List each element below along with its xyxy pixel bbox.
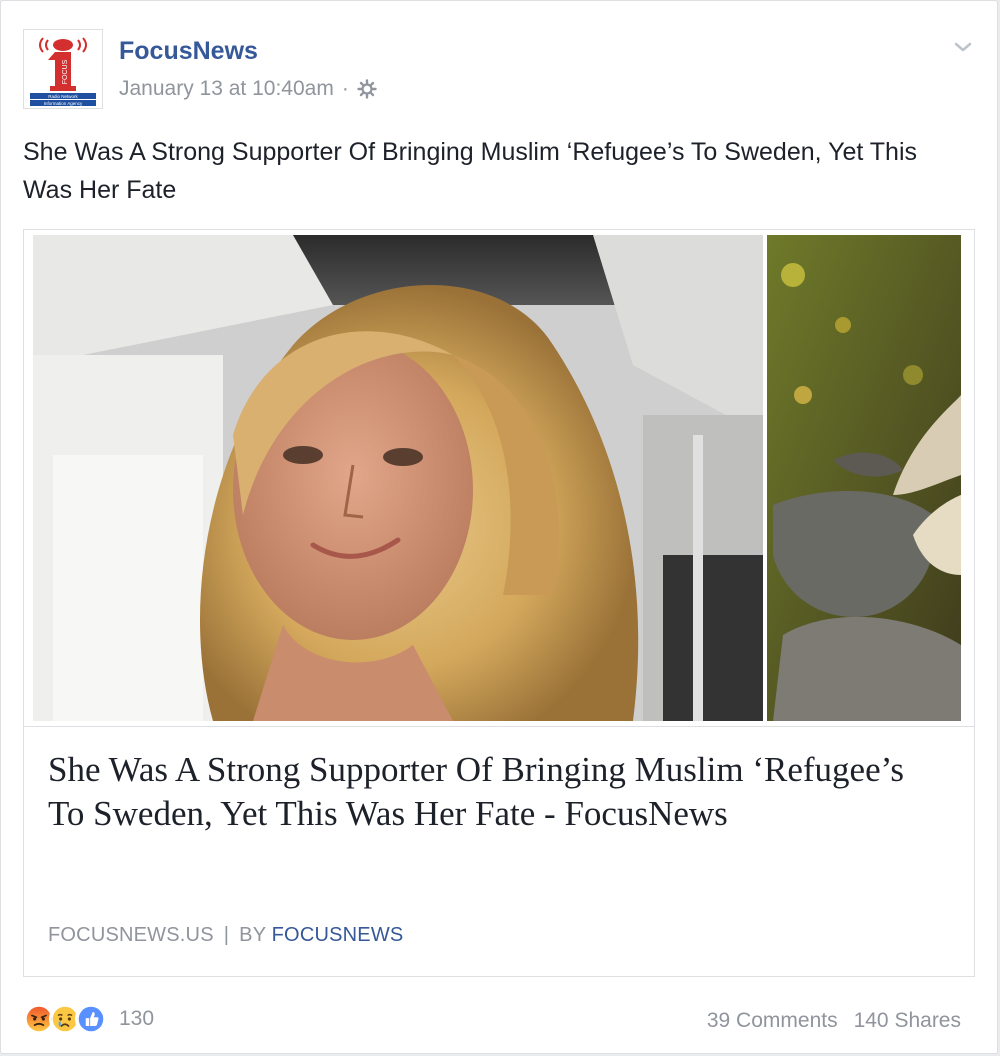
shares-count-link[interactable]: 140 Shares bbox=[854, 1009, 961, 1033]
page-logo[interactable]: FOCUS Radio Network Information Agency bbox=[23, 29, 103, 109]
svg-text:Radio Network: Radio Network bbox=[48, 94, 78, 99]
meta-separator: · bbox=[341, 77, 349, 100]
link-domain: FOCUSNEWS.US bbox=[48, 924, 214, 946]
by-label: BY bbox=[239, 924, 266, 946]
chevron-down-icon[interactable] bbox=[951, 35, 975, 59]
reaction-count[interactable]: 130 bbox=[119, 1007, 154, 1031]
post-timestamp[interactable]: January 13 at 10:40am bbox=[119, 77, 334, 101]
source-separator: | bbox=[223, 924, 230, 946]
post-footer: 130 39 Comments 140 Shares bbox=[23, 999, 961, 1043]
post-meta: January 13 at 10:40am · bbox=[119, 77, 377, 101]
post-card: FOCUS Radio Network Information Agency F… bbox=[0, 0, 998, 1054]
engagement-counts: 39 Comments 140 Shares bbox=[707, 1009, 961, 1033]
focus-logo-icon: FOCUS Radio Network Information Agency bbox=[24, 30, 102, 108]
like-icon bbox=[75, 1003, 107, 1035]
comments-count-link[interactable]: 39 Comments bbox=[707, 1009, 838, 1033]
link-preview-image[interactable] bbox=[33, 235, 961, 721]
public-globe-icon[interactable] bbox=[357, 79, 377, 99]
svg-text:FOCUS: FOCUS bbox=[62, 59, 69, 84]
link-source: FOCUSNEWS.US | BY FOCUSNEWS bbox=[48, 924, 403, 947]
page-name-link[interactable]: FocusNews bbox=[119, 37, 258, 66]
card-divider bbox=[24, 726, 974, 727]
post-message: She Was A Strong Supporter Of Bringing M… bbox=[23, 138, 918, 204]
author-link[interactable]: FOCUSNEWS bbox=[272, 924, 404, 946]
link-preview-card[interactable]: She Was A Strong Supporter Of Bringing M… bbox=[23, 229, 975, 977]
article-photo bbox=[33, 235, 961, 721]
post-header: FOCUS Radio Network Information Agency F… bbox=[23, 29, 975, 113]
svg-text:Information Agency: Information Agency bbox=[44, 101, 83, 106]
reactions-summary[interactable]: 130 bbox=[23, 1003, 154, 1035]
link-title[interactable]: She Was A Strong Supporter Of Bringing M… bbox=[48, 748, 928, 836]
